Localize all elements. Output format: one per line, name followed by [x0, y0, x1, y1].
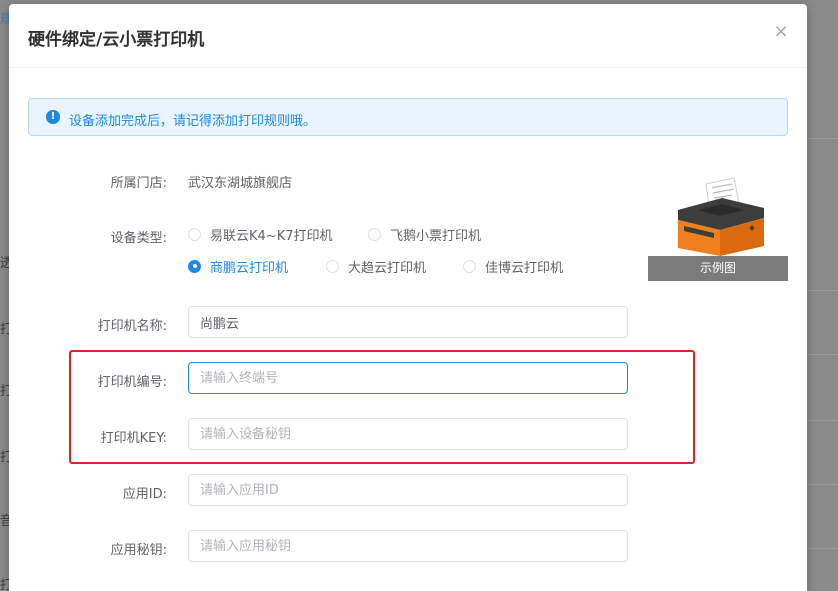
close-icon[interactable]: ×: [773, 23, 789, 41]
background-divider: [808, 420, 838, 421]
background-divider: [808, 354, 838, 355]
example-caption: 示例图: [648, 256, 788, 281]
printer-name-label: 打印机名称:: [97, 319, 167, 334]
app-id-input[interactable]: [188, 474, 628, 506]
printer-key-label: 打印机KEY:: [100, 431, 167, 446]
radio-circle-icon: [326, 259, 339, 273]
radio-label: 飞鹅小票打印机: [390, 228, 482, 244]
background-divider: [808, 548, 838, 549]
background-divider: [808, 138, 838, 139]
background-edge-fragment: 打: [0, 384, 9, 399]
background-edge-fragment: 规: [0, 12, 9, 27]
radio-jiabo[interactable]: 佳博云打印机: [463, 258, 564, 276]
radio-label: 易联云K4~K7打印机: [210, 228, 333, 244]
printer-illustration-icon: [678, 177, 764, 256]
radio-circle-icon: [368, 227, 381, 241]
radio-label: 佳博云打印机: [485, 260, 564, 276]
app-id-label: 应用ID:: [122, 487, 167, 502]
printer-name-input[interactable]: [188, 306, 628, 338]
dialog-title: 硬件绑定/云小票打印机: [28, 30, 205, 50]
info-alert: ! 设备添加完成后，请记得添加打印规则哦。: [28, 98, 788, 136]
radio-label: 大趋云打印机: [348, 260, 427, 276]
radio-checked-icon: [188, 259, 201, 273]
radio-shangpengyun[interactable]: 商鹏云打印机: [188, 258, 289, 276]
info-icon: !: [46, 110, 60, 124]
background-divider: [808, 484, 838, 485]
background-edge-fragment: 打: [0, 322, 9, 337]
printer-key-input[interactable]: [188, 418, 628, 450]
radio-daqu[interactable]: 大趋云打印机: [326, 258, 427, 276]
radio-circle-icon: [463, 259, 476, 273]
app-secret-input[interactable]: [188, 530, 628, 562]
app-secret-label: 应用秘钥:: [110, 543, 167, 558]
radio-circle-icon: [188, 227, 201, 241]
printer-binding-dialog: 硬件绑定/云小票打印机 × ! 设备添加完成后，请记得添加打印规则哦。 所属门店…: [9, 4, 807, 591]
background-divider: [808, 290, 838, 291]
background-edge-fragment: 音: [0, 514, 9, 529]
store-label: 所属门店:: [110, 176, 167, 191]
background-edge-fragment: 透: [0, 256, 9, 271]
alert-text: 设备添加完成后，请记得添加打印规则哦。: [69, 114, 317, 129]
store-value: 武汉东湖城旗舰店: [188, 176, 293, 191]
printer-no-input[interactable]: [188, 362, 628, 394]
dialog-header: 硬件绑定/云小票打印机 ×: [9, 4, 807, 68]
device-type-label: 设备类型:: [110, 231, 167, 246]
radio-yilianyun[interactable]: 易联云K4~K7打印机: [188, 226, 333, 244]
printer-no-label: 打印机编号:: [97, 375, 167, 390]
background-edge-fragment: 打: [0, 450, 9, 465]
radio-label: 商鹏云打印机: [210, 260, 289, 276]
radio-feie[interactable]: 飞鹅小票打印机: [368, 226, 482, 244]
background-edge-fragment: 打: [0, 578, 9, 591]
example-image[interactable]: 示例图: [648, 174, 788, 282]
